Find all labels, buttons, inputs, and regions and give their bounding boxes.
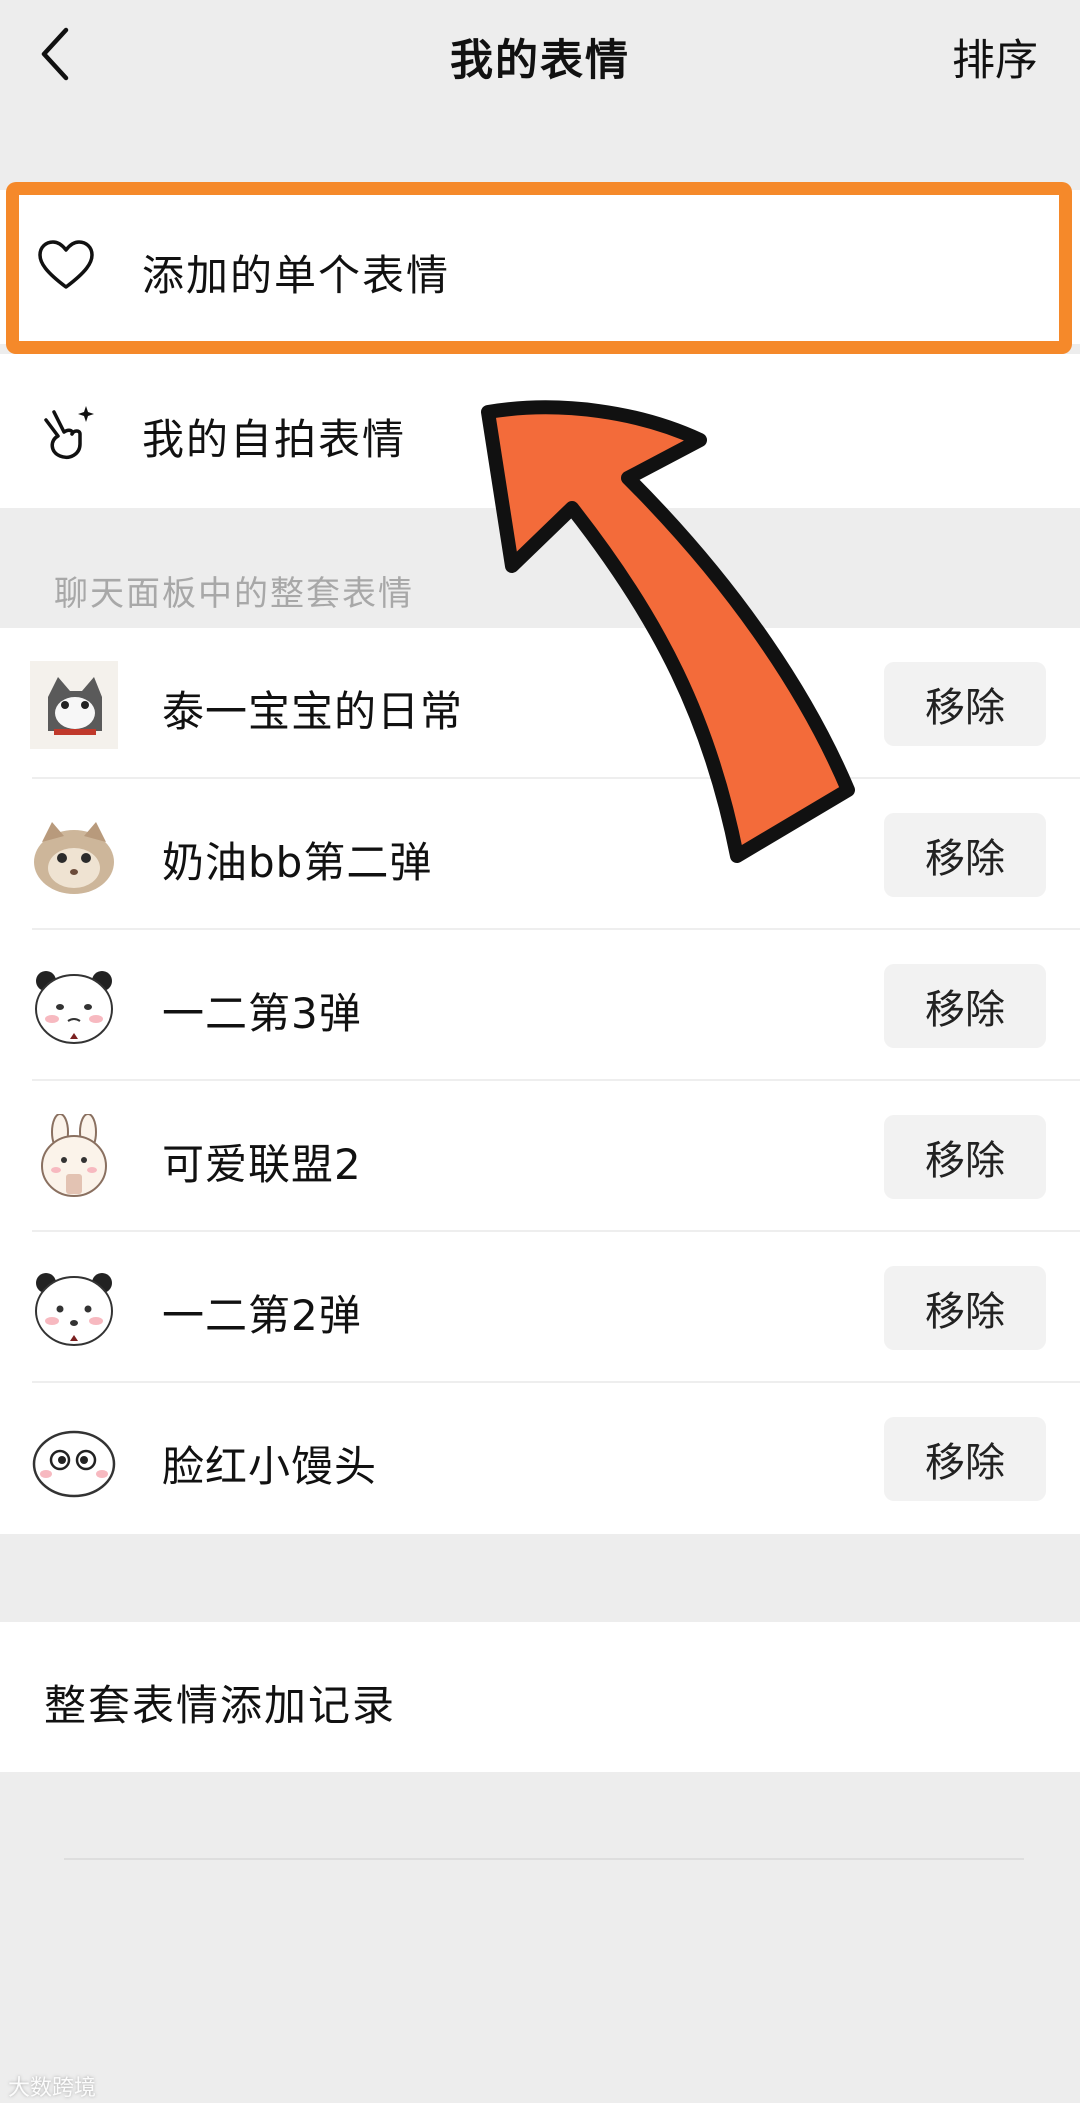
remove-button[interactable]: 移除	[884, 662, 1046, 746]
hand-sparkle-icon	[44, 406, 94, 459]
sticker-pack-row: 可爱联盟2 移除	[0, 1081, 1080, 1232]
sticker-pack-name: 一二第3弹	[162, 989, 362, 1038]
sticker-pack-name: 泰一宝宝的日常	[162, 687, 464, 736]
sticker-pack-row: 奶油bb第二弹 移除	[0, 779, 1080, 930]
sticker-pack-row: 脸红小馒头 移除	[0, 1383, 1080, 1534]
page-title: 我的表情	[450, 36, 630, 86]
single-stickers-item[interactable]: 添加的单个表情	[0, 190, 1080, 344]
sticker-pack-row: 泰一宝宝的日常 移除	[0, 628, 1080, 779]
top-nav-bar: 我的表情 排序	[0, 0, 1080, 110]
bunny-sticker-icon	[41, 1114, 107, 1197]
remove-button[interactable]: 移除	[884, 1115, 1046, 1199]
remove-button[interactable]: 移除	[884, 1266, 1046, 1350]
section-header: 聊天面板中的整套表情	[54, 574, 414, 614]
cat-sticker-icon	[30, 661, 118, 749]
remove-button[interactable]: 移除	[884, 964, 1046, 1048]
sticker-pack-list: 泰一宝宝的日常 移除 奶油bb第二弹 移除 一二第3弹 移除 可爱联盟2 移除 …	[0, 628, 1080, 1534]
bun-sticker-icon	[32, 1430, 116, 1498]
sticker-pack-name: 奶油bb第二弹	[162, 838, 433, 887]
panda-sticker-icon	[35, 971, 113, 1044]
sort-button[interactable]: 排序	[952, 26, 1038, 88]
watermark: 大数跨境	[8, 2076, 97, 2101]
add-history-label: 整套表情添加记录	[44, 1681, 397, 1730]
single-stickers-label: 添加的单个表情	[142, 251, 451, 300]
remove-button[interactable]: 移除	[884, 1417, 1046, 1501]
add-history-item[interactable]: 整套表情添加记录	[0, 1622, 1080, 1772]
sticker-pack-row: 一二第3弹 移除	[0, 930, 1080, 1081]
selfie-stickers-label: 我的自拍表情	[142, 415, 407, 464]
hamster-sticker-icon	[34, 822, 114, 894]
heart-icon	[38, 240, 94, 289]
selfie-stickers-item[interactable]: 我的自拍表情	[0, 354, 1080, 508]
sticker-pack-row: 一二第2弹 移除	[0, 1232, 1080, 1383]
panda-sticker-icon	[35, 1273, 113, 1346]
divider	[64, 1858, 1024, 1860]
remove-button[interactable]: 移除	[884, 813, 1046, 897]
sticker-pack-name: 脸红小馒头	[162, 1442, 378, 1491]
sticker-pack-name: 一二第2弹	[162, 1291, 362, 1340]
sticker-pack-name: 可爱联盟2	[162, 1140, 362, 1189]
